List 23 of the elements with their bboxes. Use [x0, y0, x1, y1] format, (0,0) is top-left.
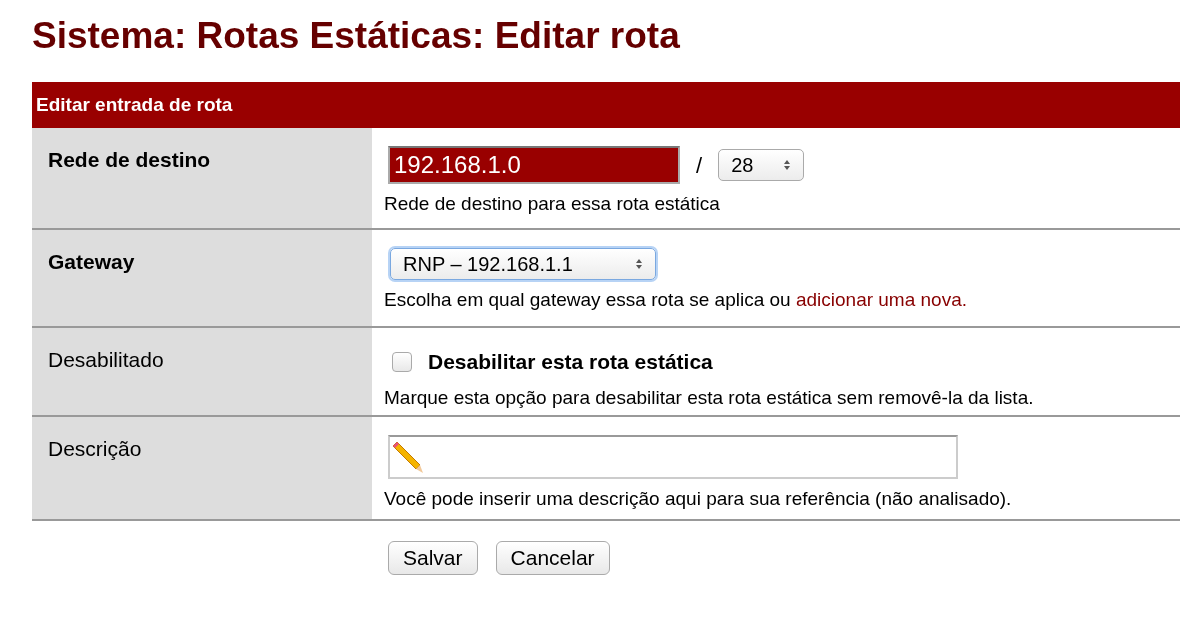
field-label: Rede de destino — [48, 148, 211, 171]
pencil-icon — [390, 440, 424, 474]
stepper-icon — [635, 258, 643, 270]
gateway-select[interactable]: RNP – 192.168.1.1 — [390, 248, 656, 280]
help-text: Rede de destino para essa rota estática — [384, 193, 720, 214]
section-header: Editar entrada de rota — [32, 82, 1180, 128]
description-input[interactable] — [388, 435, 958, 479]
form-button[interactable]: Salvar — [388, 541, 478, 575]
help-text: Escolha em qual gateway essa rota se aplica ou — [384, 289, 791, 310]
field-label: Desabilitado — [48, 348, 164, 371]
form-button[interactable]: Cancelar — [495, 541, 610, 575]
help-text: Você pode inserir uma descrição aqui para sua referência (não analisado). — [384, 488, 1012, 509]
help-text: Marque esta opção para desabilitar esta rota estática sem removê-la da lista. — [384, 386, 1034, 408]
network-input[interactable]: 192.168.1.0 — [388, 146, 680, 184]
stepper-icon — [783, 159, 792, 171]
page-title: Sistema: Rotas Estáticas: Editar rota — [31, 14, 680, 58]
checkbox[interactable] — [392, 351, 412, 372]
field-label: Descrição — [48, 437, 142, 460]
separator: / — [695, 151, 704, 180]
add-gateway-link[interactable]: adicionar uma nova. — [795, 289, 968, 310]
field-label: Gateway — [48, 250, 135, 273]
checkbox-label: Desabilitar esta rota estática — [428, 349, 713, 375]
mask-select[interactable]: 28 — [718, 149, 805, 181]
